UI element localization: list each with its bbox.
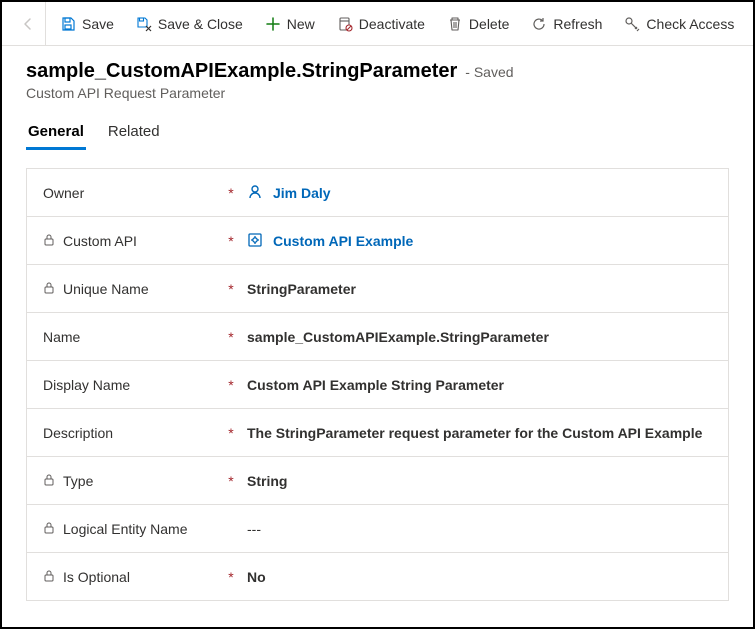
save-close-icon — [136, 16, 152, 32]
value-type: String — [239, 473, 712, 489]
tab-related[interactable]: Related — [106, 117, 162, 150]
value-unique-name: StringParameter — [239, 281, 712, 297]
required-marker: * — [223, 425, 239, 441]
lock-icon — [43, 282, 57, 296]
required-marker: * — [223, 473, 239, 489]
back-button-container — [10, 2, 46, 45]
save-close-button[interactable]: Save & Close — [128, 12, 251, 36]
save-close-label: Save & Close — [158, 16, 243, 32]
field-logical-entity-name[interactable]: Logical Entity Name --- — [27, 505, 728, 553]
required-marker: * — [223, 233, 239, 249]
save-button[interactable]: Save — [52, 12, 122, 36]
required-marker: * — [223, 185, 239, 201]
label-custom-api: Custom API — [63, 233, 137, 249]
new-button[interactable]: New — [257, 12, 323, 36]
field-is-optional[interactable]: Is Optional * No — [27, 553, 728, 601]
label-owner: Owner — [43, 185, 84, 201]
check-access-label: Check Access — [646, 16, 734, 32]
record-status: - Saved — [465, 64, 513, 80]
required-marker: * — [223, 377, 239, 393]
lock-icon — [43, 522, 57, 536]
refresh-button[interactable]: Refresh — [523, 12, 610, 36]
required-marker: * — [223, 281, 239, 297]
field-unique-name[interactable]: Unique Name * StringParameter — [27, 265, 728, 313]
required-marker: * — [223, 329, 239, 345]
value-custom-api: Custom API Example — [273, 233, 413, 249]
value-owner: Jim Daly — [273, 185, 331, 201]
label-logical-entity-name: Logical Entity Name — [63, 521, 188, 537]
label-type: Type — [63, 473, 93, 489]
lock-icon — [43, 474, 57, 488]
new-label: New — [287, 16, 315, 32]
record-title: sample_CustomAPIExample.StringParameter — [26, 60, 457, 83]
save-label: Save — [82, 16, 114, 32]
required-marker: * — [223, 569, 239, 585]
plus-icon — [265, 16, 281, 32]
field-description[interactable]: Description * The StringParameter reques… — [27, 409, 728, 457]
field-custom-api[interactable]: Custom API * Custom API Example — [27, 217, 728, 265]
lock-icon — [43, 570, 57, 584]
label-display-name: Display Name — [43, 377, 130, 393]
check-access-button[interactable]: Check Access — [616, 12, 742, 36]
refresh-icon — [531, 16, 547, 32]
value-is-optional: No — [239, 569, 712, 585]
deactivate-label: Deactivate — [359, 16, 425, 32]
field-owner[interactable]: Owner * Jim Daly — [27, 169, 728, 217]
tab-general[interactable]: General — [26, 117, 86, 150]
back-arrow-icon[interactable] — [20, 16, 36, 32]
field-name[interactable]: Name * sample_CustomAPIExample.StringPar… — [27, 313, 728, 361]
field-type[interactable]: Type * String — [27, 457, 728, 505]
key-icon — [624, 16, 640, 32]
value-logical-entity-name: --- — [239, 521, 712, 537]
delete-button[interactable]: Delete — [439, 12, 517, 36]
value-description: The StringParameter request parameter fo… — [239, 425, 712, 441]
refresh-label: Refresh — [553, 16, 602, 32]
label-is-optional: Is Optional — [63, 569, 130, 585]
save-icon — [60, 16, 76, 32]
deactivate-button[interactable]: Deactivate — [329, 12, 433, 36]
custom-api-icon — [247, 232, 265, 250]
trash-icon — [447, 16, 463, 32]
form-header: sample_CustomAPIExample.StringParameter … — [2, 46, 753, 150]
value-display-name: Custom API Example String Parameter — [239, 377, 712, 393]
delete-label: Delete — [469, 16, 509, 32]
label-name: Name — [43, 329, 80, 345]
person-icon — [247, 184, 265, 202]
label-description: Description — [43, 425, 113, 441]
command-bar: Save Save & Close New Deactivate Delete … — [2, 2, 753, 46]
field-display-name[interactable]: Display Name * Custom API Example String… — [27, 361, 728, 409]
lock-icon — [43, 234, 57, 248]
entity-name: Custom API Request Parameter — [26, 85, 729, 101]
form-body: Owner * Jim Daly Custom API * — [26, 168, 729, 601]
deactivate-icon — [337, 16, 353, 32]
label-unique-name: Unique Name — [63, 281, 149, 297]
tab-list: General Related — [26, 117, 729, 150]
value-name: sample_CustomAPIExample.StringParameter — [239, 329, 712, 345]
